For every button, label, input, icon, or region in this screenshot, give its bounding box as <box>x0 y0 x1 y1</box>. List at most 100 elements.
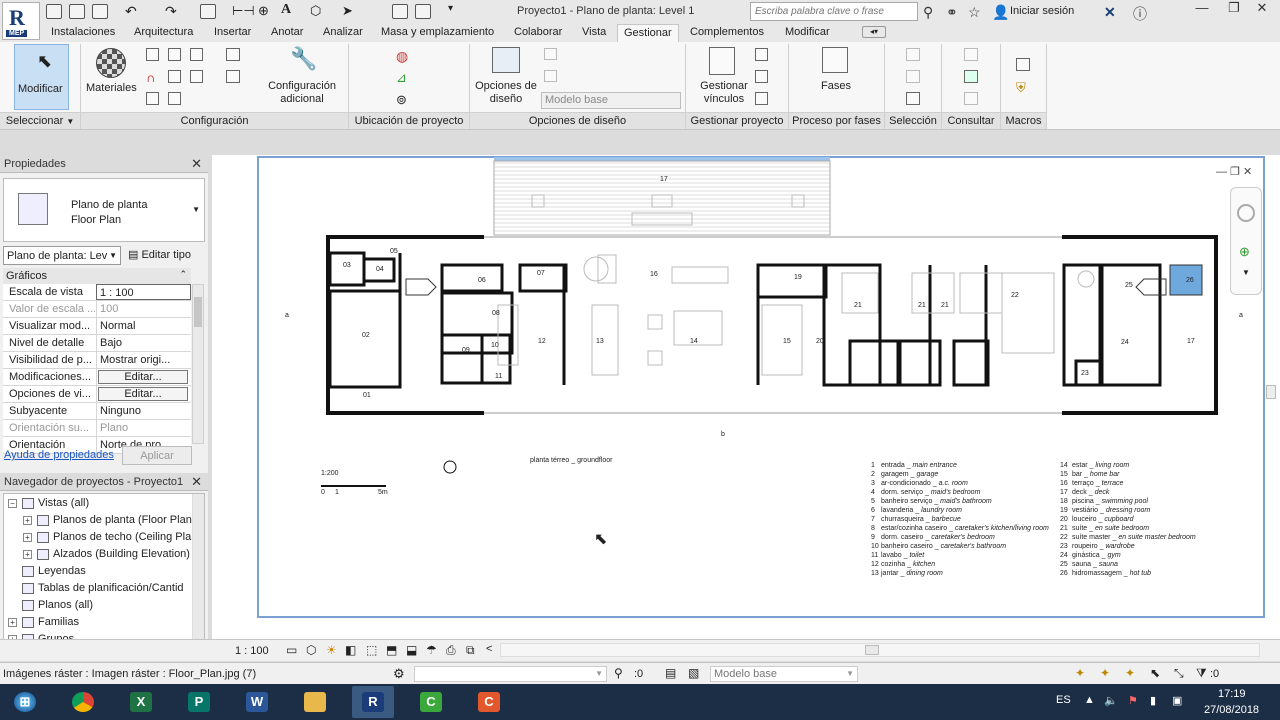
macro-security-icon[interactable]: ⛨ <box>1016 80 1026 96</box>
position-icon[interactable]: ⊚ <box>396 92 407 108</box>
taskbar-camtasia[interactable]: C <box>468 686 510 718</box>
pick-to-edit-icon[interactable] <box>544 70 557 82</box>
transfer-standards-icon[interactable] <box>190 70 203 83</box>
collapse-icon[interactable]: < <box>486 643 492 655</box>
shared-params-icon[interactable] <box>226 70 240 83</box>
edit-button[interactable]: Editar... <box>98 387 188 401</box>
taskbar-word[interactable]: W <box>236 686 278 718</box>
nav-menu-icon[interactable]: ▼ <box>1242 268 1250 277</box>
design-options-status-icon[interactable]: ▤ <box>665 666 676 680</box>
units-icon[interactable] <box>226 48 240 61</box>
render-icon[interactable]: ⬚ <box>366 643 377 657</box>
communication-icon[interactable]: ⚭ <box>946 4 958 21</box>
property-row[interactable]: Nivel de detalle Bajo <box>3 335 191 352</box>
select-pinned-icon[interactable]: ✦ <box>1125 666 1135 680</box>
property-row[interactable]: Valor de escala ... 100 <box>3 301 191 318</box>
clock-date[interactable]: 27/08/2018 <box>1204 704 1259 716</box>
phases-button[interactable]: Fases <box>812 80 860 93</box>
properties-scrollbar[interactable] <box>192 284 204 444</box>
taskbar-chrome[interactable] <box>62 686 104 718</box>
panel-select[interactable]: Seleccionar ▼ <box>0 112 80 129</box>
sign-in-button[interactable]: Iniciar sesión <box>1010 5 1074 17</box>
property-value[interactable]: Editar... <box>96 369 191 385</box>
redo-icon[interactable]: ↷ <box>165 3 177 20</box>
taskbar-camtasia-recorder[interactable]: C <box>410 686 452 718</box>
coordinates-icon[interactable]: ⊿ <box>396 70 407 86</box>
manage-links-icon[interactable] <box>709 47 735 75</box>
search-input[interactable]: Escriba palabra clave o frase <box>750 2 918 21</box>
tab-vista[interactable]: Vista <box>582 26 606 38</box>
property-row[interactable]: Orientación su... Plano <box>3 420 191 437</box>
text-icon[interactable]: A <box>281 2 291 18</box>
crop-view-icon[interactable]: ⬒ <box>386 643 397 657</box>
property-value[interactable]: 100 <box>96 301 191 317</box>
edit-button[interactable]: Editar... <box>98 370 188 384</box>
steering-wheel-icon[interactable] <box>1237 204 1255 222</box>
undo-icon[interactable]: ↶ <box>125 3 137 20</box>
project-info-icon[interactable] <box>190 48 203 61</box>
show-crop-icon[interactable]: ⬓ <box>406 643 417 657</box>
save-icon[interactable] <box>69 4 85 19</box>
section-icon[interactable]: ➤ <box>342 3 353 19</box>
save-selection-icon[interactable] <box>906 48 920 61</box>
properties-group-graphics[interactable]: Gráficos ⌃ <box>3 268 191 284</box>
tab-colaborar[interactable]: Colaborar <box>514 26 562 38</box>
drag-elements-icon[interactable]: ⤡ <box>1174 666 1184 681</box>
property-value[interactable]: 1 : 100 <box>96 284 191 300</box>
property-value[interactable]: Normal <box>96 318 191 334</box>
browser-scrollbar[interactable] <box>192 494 204 640</box>
snaps-icon[interactable] <box>168 48 181 61</box>
notification-icon[interactable]: ▣ <box>1172 694 1182 707</box>
editable-only-icon[interactable]: ⚲ <box>614 666 623 680</box>
canvas-scrollbar[interactable] <box>1266 385 1276 399</box>
filter-icon[interactable]: ⧩ <box>1196 666 1207 681</box>
customize-qat-icon[interactable]: ▾ <box>448 3 453 14</box>
network-icon[interactable]: ⚑ <box>1128 694 1138 707</box>
exchange-icon[interactable]: ✕ <box>1104 4 1116 21</box>
horizontal-scrollbar[interactable] <box>500 643 1260 657</box>
scroll-thumb[interactable] <box>865 645 879 655</box>
view-window-controls[interactable]: — ❐ ✕ <box>1216 165 1252 178</box>
instance-selector[interactable]: Plano de planta: Lev ▼ <box>3 246 121 265</box>
property-row[interactable]: Subyacente Ninguno <box>3 403 191 420</box>
view-scale[interactable]: 1 : 100 <box>235 645 269 657</box>
edit-type-button[interactable]: ▤ Editar tipo <box>128 248 191 261</box>
design-options-icon[interactable] <box>492 47 520 73</box>
visual-style-icon[interactable]: ⬡ <box>306 643 316 657</box>
close-hidden-icon[interactable] <box>415 4 431 19</box>
tab-complementos[interactable]: Complementos <box>690 26 764 38</box>
design-option-dropdown[interactable]: Modelo base <box>541 92 681 109</box>
temp-hide-icon[interactable]: ☂ <box>426 643 437 657</box>
location-globe-icon[interactable]: ◍ <box>396 48 408 65</box>
detail-level-icon[interactable]: ▭ <box>286 643 297 657</box>
type-selector[interactable]: Plano de planta Floor Plan ▼ <box>3 178 205 242</box>
property-value[interactable]: Plano <box>96 420 191 436</box>
show-hidden-icons[interactable]: ▲ <box>1084 694 1095 706</box>
phases-icon[interactable] <box>822 47 848 73</box>
tab-gestionar[interactable]: Gestionar <box>617 24 679 43</box>
expand-icon[interactable]: + <box>8 618 17 627</box>
apply-button[interactable]: Aplicar <box>122 446 192 465</box>
tab-insertar[interactable]: Insertar <box>214 26 251 38</box>
clock-time[interactable]: 17:19 <box>1218 688 1246 700</box>
property-row[interactable]: Opciones de vi... Editar... <box>3 386 191 403</box>
tab-modificar[interactable]: Modificar <box>785 26 830 38</box>
property-value[interactable]: Ninguno <box>96 403 191 419</box>
collapse-icon[interactable]: − <box>8 499 17 508</box>
drawing-area[interactable]: 17 05 03 04 06 07 16 19 25 26 02 08 12 13 14 15 20 21 21 21… <box>212 155 1280 639</box>
thin-lines-icon[interactable] <box>392 4 408 19</box>
tab-analizar[interactable]: Analizar <box>323 26 363 38</box>
zoom-icon[interactable]: ⊕ <box>1239 244 1250 260</box>
expand-icon[interactable]: + <box>23 516 32 525</box>
taskbar-publisher[interactable]: P <box>178 686 220 718</box>
tab-masa[interactable]: Masa y emplazamiento <box>381 26 494 38</box>
measure-icon[interactable] <box>200 4 216 19</box>
select-links-icon[interactable]: ✦ <box>1075 666 1085 680</box>
wrench-icon[interactable]: 🔧 <box>290 46 317 72</box>
property-value[interactable]: Editar... <box>96 386 191 402</box>
select-underlay-icon[interactable]: ✦ <box>1100 666 1110 680</box>
open-icon[interactable] <box>46 4 62 19</box>
expand-icon[interactable]: + <box>23 533 32 542</box>
property-row[interactable]: Escala de vista 1 : 100 <box>3 284 191 301</box>
property-value[interactable]: Bajo <box>96 335 191 351</box>
